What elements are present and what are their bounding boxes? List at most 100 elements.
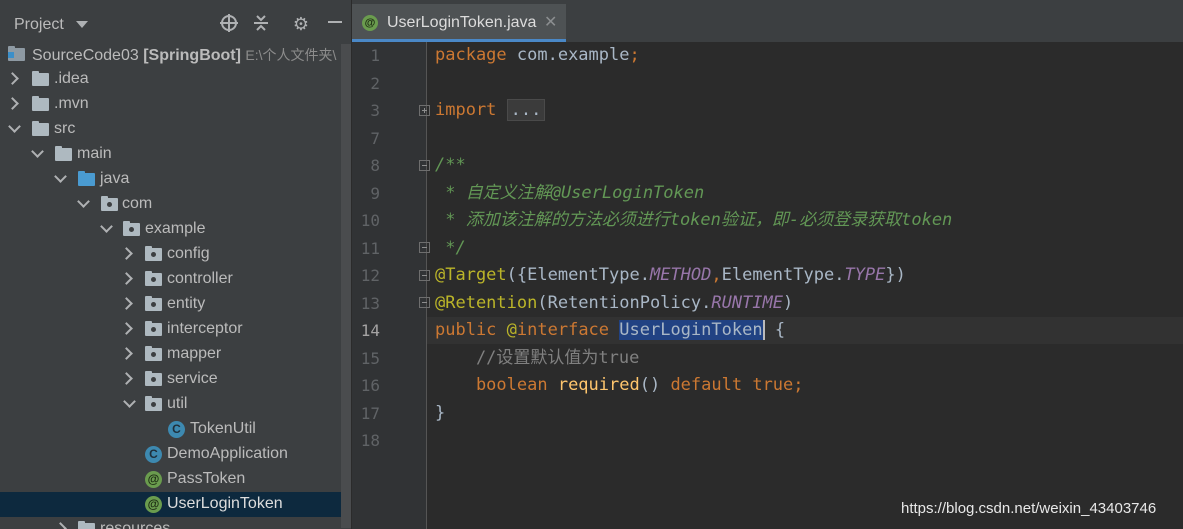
tab-label: UserLoginToken.java xyxy=(387,14,537,31)
line-number: 7 xyxy=(370,129,380,148)
tree-item-label: entity xyxy=(167,295,206,312)
code-line-1: package com.example; xyxy=(435,45,640,65)
line-number: 2 xyxy=(370,74,380,93)
chevron-down-icon[interactable] xyxy=(54,170,67,183)
tree-item-label: SourceCode03 xyxy=(32,47,139,64)
editor-tab-userlogintoken[interactable]: @ UserLoginToken.java ✕ xyxy=(352,4,566,42)
folder-icon xyxy=(32,71,49,86)
chevron-down-icon[interactable] xyxy=(31,145,44,158)
folded-imports[interactable]: ... xyxy=(506,99,546,121)
tree-item-interceptor[interactable]: interceptor xyxy=(0,317,351,342)
package-icon xyxy=(123,221,140,236)
project-tree: SourceCode03 [SpringBoot] E:\个人文件夹\ .ide… xyxy=(0,42,351,529)
tree-item-label: java xyxy=(100,170,130,187)
chevron-right-icon[interactable] xyxy=(6,72,19,85)
fold-collapse-icon[interactable] xyxy=(419,160,430,171)
code-line-17: } xyxy=(435,403,446,423)
tree-item-label: DemoApplication xyxy=(167,445,288,462)
selected-identifier: UserLoginToken xyxy=(619,320,763,340)
close-icon[interactable]: ✕ xyxy=(544,12,557,32)
tree-item-label: PassToken xyxy=(167,470,246,487)
locate-icon[interactable] xyxy=(218,13,240,35)
chevron-down-icon[interactable] xyxy=(77,195,90,208)
gear-icon[interactable]: ⚙ xyxy=(290,13,312,35)
code-line-12: @Target({ElementType.METHOD,ElementType.… xyxy=(435,265,906,285)
line-number: 11 xyxy=(360,239,380,258)
tree-item-userlogintoken[interactable]: @ UserLoginToken xyxy=(0,492,351,517)
chevron-right-icon[interactable] xyxy=(54,522,67,529)
tree-item-com[interactable]: com xyxy=(0,192,351,217)
tree-item-label: service xyxy=(167,370,218,387)
tree-item-demoapplication[interactable]: C DemoApplication xyxy=(0,442,351,467)
chevron-down-icon[interactable] xyxy=(123,395,136,408)
hide-panel-icon[interactable] xyxy=(324,13,346,35)
line-number: 3 xyxy=(370,101,380,120)
chevron-down-icon[interactable] xyxy=(8,120,21,133)
module-path: E:\个人文件夹\ xyxy=(245,47,337,63)
chevron-right-icon[interactable] xyxy=(120,372,133,385)
chevron-down-icon[interactable] xyxy=(100,220,113,233)
chevron-right-icon[interactable] xyxy=(120,247,133,260)
project-tool-window: Project ⚙ SourceCode03 [SpringBoot] E:\个… xyxy=(0,4,351,529)
tree-item-mapper[interactable]: mapper xyxy=(0,342,351,367)
annotation-icon: @ xyxy=(362,15,378,31)
line-number: 18 xyxy=(360,431,380,450)
tree-item-main[interactable]: main xyxy=(0,142,351,167)
line-number: 13 xyxy=(360,294,380,313)
tree-item-module[interactable]: SourceCode03 [SpringBoot] E:\个人文件夹\ xyxy=(0,42,351,67)
folder-icon xyxy=(32,121,49,136)
tree-item-java[interactable]: java xyxy=(0,167,351,192)
package-icon xyxy=(145,346,162,361)
tree-item-src[interactable]: src xyxy=(0,117,351,142)
tree-item-idea[interactable]: .idea xyxy=(0,67,351,92)
package-icon xyxy=(145,246,162,261)
tree-item-util[interactable]: util xyxy=(0,392,351,417)
code-line-3: import ... xyxy=(435,97,546,124)
fold-expand-icon[interactable] xyxy=(419,105,430,116)
chevron-right-icon[interactable] xyxy=(120,322,133,335)
chevron-right-icon[interactable] xyxy=(120,272,133,285)
tree-item-example[interactable]: example xyxy=(0,217,351,242)
tree-item-label: .mvn xyxy=(54,95,89,112)
module-badge-icon xyxy=(8,52,14,58)
tree-item-label: .idea xyxy=(54,70,89,87)
line-number: 15 xyxy=(360,349,380,368)
package-icon xyxy=(145,296,162,311)
folder-icon xyxy=(32,96,49,111)
source-folder-icon xyxy=(78,171,95,186)
line-number: 1 xyxy=(370,46,380,65)
line-number: 9 xyxy=(370,184,380,203)
tree-item-controller[interactable]: controller xyxy=(0,267,351,292)
tree-item-label: util xyxy=(167,395,188,412)
collapse-all-icon[interactable] xyxy=(250,13,272,35)
fold-collapse-icon[interactable] xyxy=(419,270,430,281)
tree-item-tokenutil[interactable]: C TokenUtil xyxy=(0,417,351,442)
code-line-9: * 自定义注解@UserLoginToken xyxy=(435,183,705,203)
annotation-icon: @ xyxy=(145,471,162,488)
project-panel-title[interactable]: Project xyxy=(14,16,64,34)
watermark-url: https://blog.csdn.net/weixin_43403746 xyxy=(901,500,1157,517)
chevron-right-icon[interactable] xyxy=(120,297,133,310)
tree-item-mvn[interactable]: .mvn xyxy=(0,92,351,117)
line-number: 8 xyxy=(370,156,380,175)
tree-item-label: mapper xyxy=(167,345,222,362)
tree-item-config[interactable]: config xyxy=(0,242,351,267)
tree-item-resources[interactable]: resources xyxy=(0,517,351,529)
fold-collapse-icon[interactable] xyxy=(419,242,430,253)
package-icon xyxy=(101,196,118,211)
project-panel-header: Project ⚙ xyxy=(0,4,351,40)
fold-collapse-icon[interactable] xyxy=(419,297,430,308)
code-line-13: @Retention(RetentionPolicy.RUNTIME) xyxy=(435,293,794,313)
tree-item-label: UserLoginToken xyxy=(167,495,283,512)
tree-item-service[interactable]: service xyxy=(0,367,351,392)
code-line-8: /** xyxy=(435,155,466,175)
tree-item-label: src xyxy=(54,120,76,137)
chevron-right-icon[interactable] xyxy=(120,347,133,360)
tree-item-entity[interactable]: entity xyxy=(0,292,351,317)
chevron-right-icon[interactable] xyxy=(6,97,19,110)
tree-item-passtoken[interactable]: @ PassToken xyxy=(0,467,351,492)
project-view-dropdown-icon[interactable] xyxy=(76,21,88,28)
line-number-current: 14 xyxy=(360,321,380,340)
project-panel-scrollbar[interactable] xyxy=(341,44,351,528)
tree-item-label: example xyxy=(145,220,206,237)
